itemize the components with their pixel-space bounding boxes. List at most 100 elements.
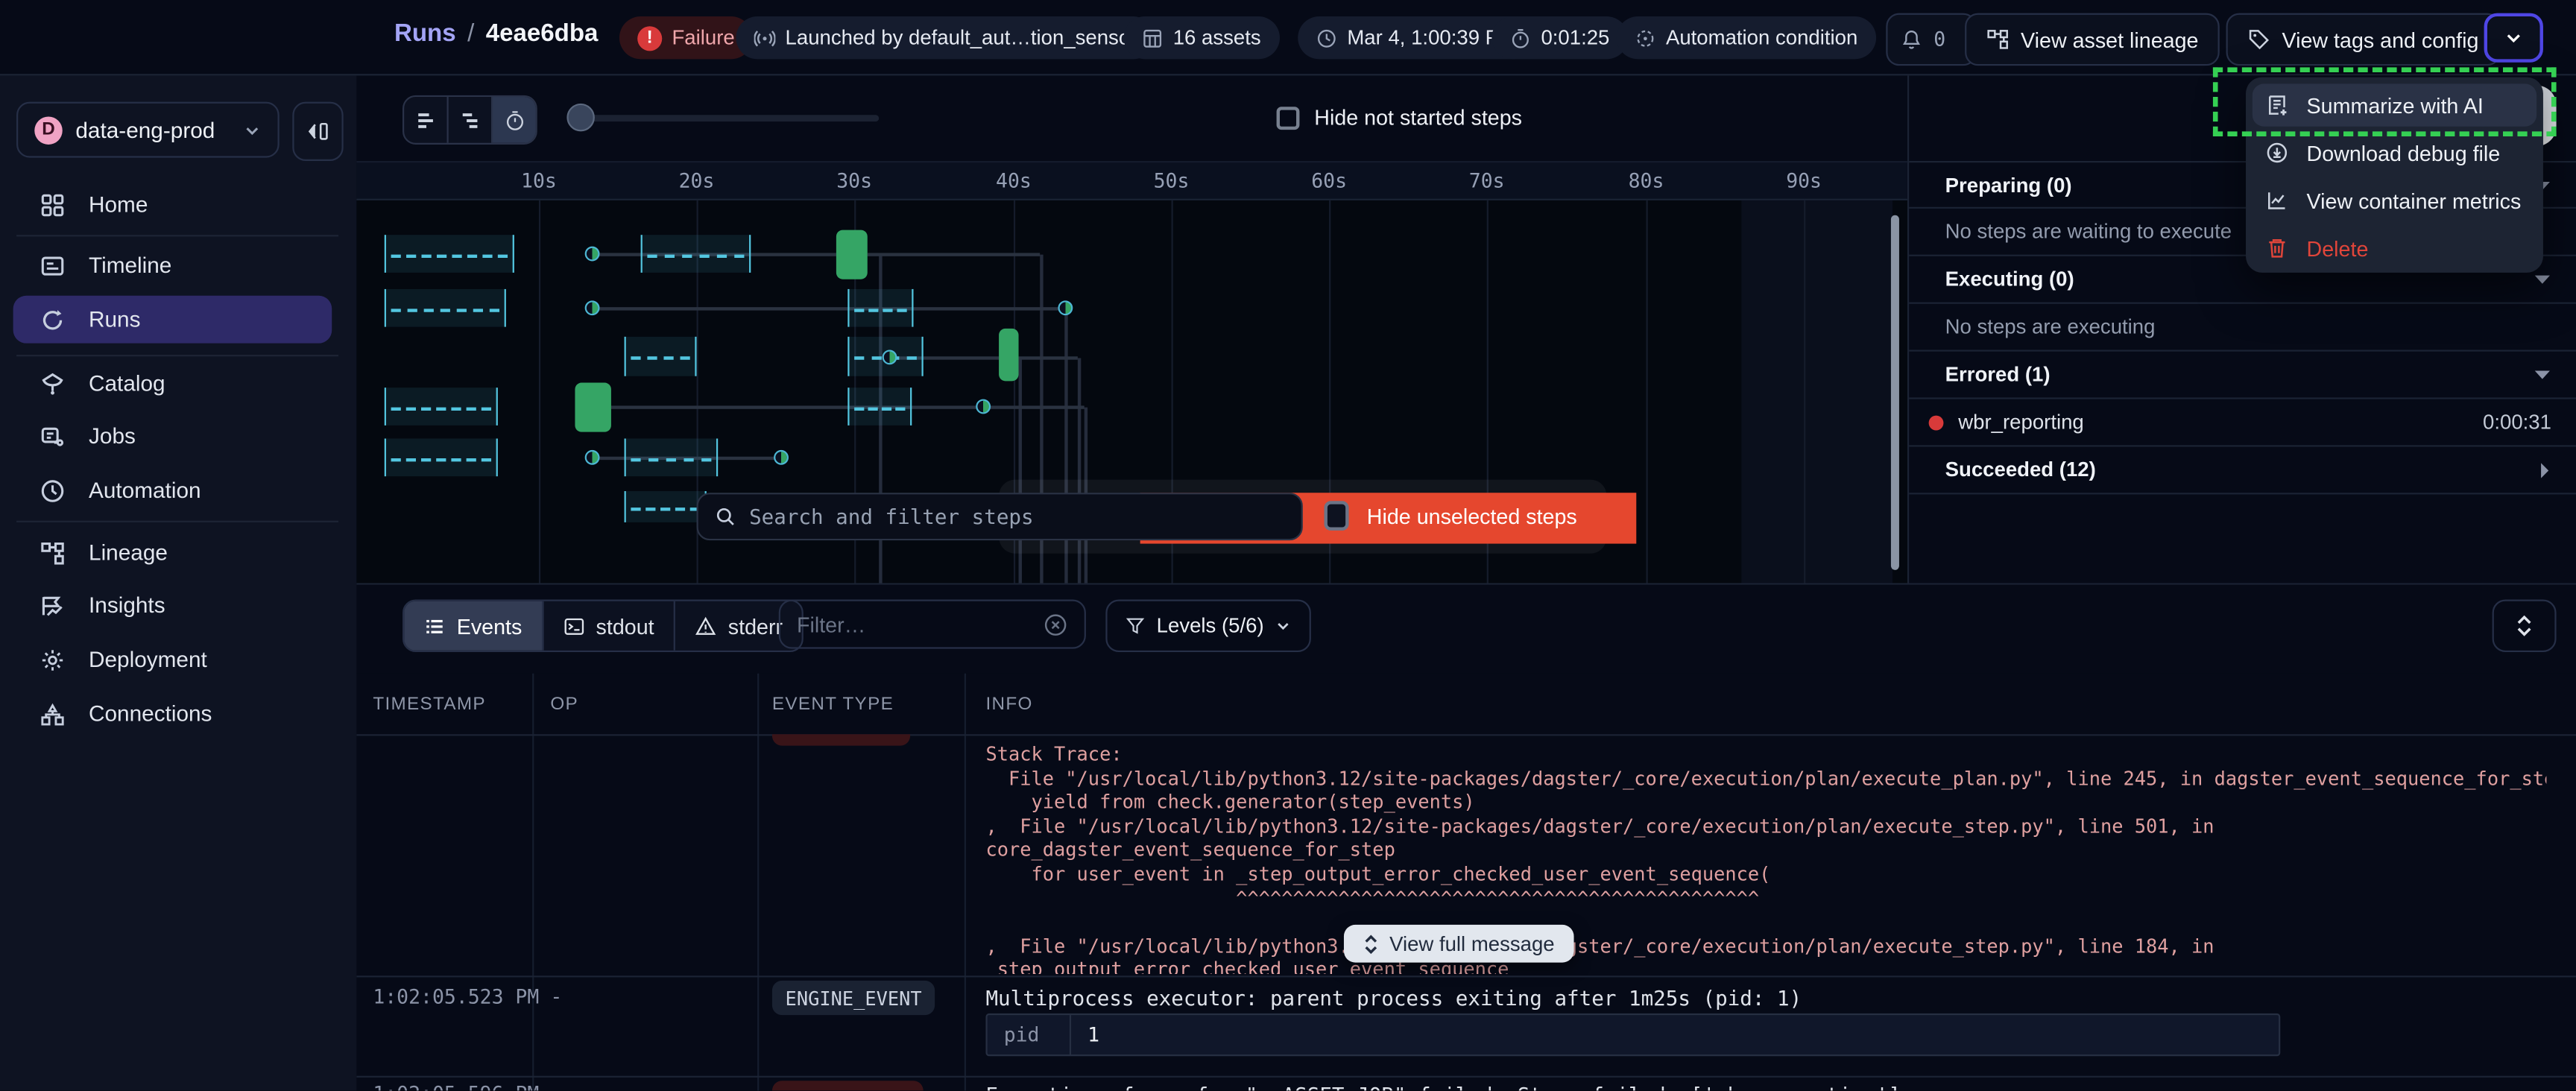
breadcrumb-runs-link[interactable]: Runs — [394, 19, 456, 47]
event-op: - — [550, 1083, 562, 1091]
gantt-step-bar-pending[interactable] — [625, 438, 719, 476]
meta-key-pid: pid — [988, 1015, 1071, 1054]
gantt-step-bar-pending[interactable] — [385, 438, 498, 476]
gantt-step-bar-pending[interactable] — [385, 388, 498, 426]
assets-pill[interactable]: 16 assets — [1124, 16, 1279, 59]
menu-item-download-debug[interactable]: Download debug file — [2253, 131, 2536, 174]
zoom-slider-track[interactable] — [578, 115, 879, 121]
gantt-step-bar-pending[interactable] — [641, 235, 751, 273]
sidebar-item-connections[interactable]: Connections — [13, 690, 332, 738]
runs-icon — [40, 306, 67, 332]
log-toolbar: Events stdout stderr Filter… Levels (5/6… — [356, 585, 2576, 674]
datetime-label: Mar 4, 1:00:39 PM — [1347, 26, 1516, 49]
gantt-connector-line — [868, 253, 1040, 256]
succeeded-section-header[interactable]: Succeeded (12) — [1909, 447, 2576, 495]
view-tags-config-button[interactable]: View tags and config — [2226, 13, 2500, 66]
catalog-icon — [40, 370, 67, 396]
menu-item-label: View container metrics — [2307, 188, 2522, 212]
automation-pill[interactable]: Automation condition — [1617, 16, 1876, 59]
stopwatch-icon — [1510, 27, 1532, 48]
timed-view-button[interactable] — [491, 97, 536, 143]
menu-item-label: Delete — [2307, 235, 2369, 260]
gantt-node-dot — [1057, 300, 1072, 314]
deployment-selector[interactable]: D data-eng-prod — [16, 102, 280, 158]
chevron-down-icon — [243, 121, 261, 139]
zoom-slider-thumb[interactable] — [566, 104, 594, 131]
flat-view-button[interactable] — [404, 97, 446, 143]
tab-stdout[interactable]: stdout — [542, 601, 674, 651]
sidebar-item-deployment[interactable]: Deployment — [13, 636, 332, 683]
sidebar-item-label: Catalog — [89, 371, 165, 396]
gantt-step-bar-running[interactable] — [575, 383, 610, 432]
divider — [356, 734, 2576, 736]
gantt-step-bar-running[interactable] — [836, 230, 868, 279]
assets-grid-icon — [1142, 27, 1164, 48]
sidebar-item-runs[interactable]: Runs — [13, 296, 332, 344]
gantt-step-bar-pending[interactable] — [847, 289, 913, 327]
view-asset-lineage-label: View asset lineage — [2021, 27, 2198, 51]
event-timestamp[interactable]: 1:02:05.596 PM — [373, 1083, 539, 1091]
log-filter-input[interactable]: Filter… — [779, 599, 1086, 648]
hide-not-started-control[interactable]: Hide not started steps — [1277, 105, 1522, 130]
breadcrumb-separator: / — [467, 19, 474, 47]
gridline — [1647, 200, 1648, 584]
gantt-step-bar-pending[interactable] — [625, 337, 697, 376]
gantt-step-bar-pending[interactable] — [625, 491, 707, 522]
expand-message-icon — [1363, 934, 1378, 953]
sidebar-item-label: Jobs — [89, 424, 136, 449]
axis-tick: 30s — [836, 169, 872, 192]
gantt-connector-line — [591, 307, 1064, 310]
collapse-sidebar-button[interactable] — [292, 102, 343, 161]
view-asset-lineage-button[interactable]: View asset lineage — [1965, 13, 2220, 66]
step-search-input[interactable]: Search and filter steps — [697, 493, 1303, 540]
automation-pill-label: Automation condition — [1666, 26, 1857, 49]
launched-by-pill[interactable]: Launched by default_aut…tion_sensor — [736, 16, 1155, 59]
errored-step-row[interactable]: wbr_reporting 0:00:31 — [1909, 399, 2576, 447]
hide-unselected-label: Hide unselected steps — [1367, 504, 1577, 528]
breadcrumb-run-id: 4eae6dba — [486, 19, 599, 47]
hide-unselected-checkbox[interactable] — [1325, 501, 1349, 531]
divider — [16, 521, 338, 522]
expand-log-panel-button[interactable] — [2493, 599, 2557, 652]
sidebar-item-label: Deployment — [89, 647, 207, 671]
sidebar-item-insights[interactable]: Insights — [13, 581, 332, 629]
sidebar-item-timeline[interactable]: Timeline — [13, 241, 332, 289]
view-full-message-button[interactable]: View full message — [1344, 925, 1574, 963]
sidebar-item-automation[interactable]: Automation — [13, 467, 332, 514]
menu-item-container-metrics[interactable]: View container metrics — [2253, 179, 2536, 221]
gantt-node-dot — [584, 300, 599, 314]
expand-collapse-icon — [2515, 614, 2533, 637]
tab-stdout-label: stdout — [596, 613, 654, 638]
gantt-step-bar-pending[interactable] — [385, 235, 514, 273]
gantt-step-bar-pending[interactable] — [847, 388, 912, 426]
sidebar-item-label: Insights — [89, 593, 165, 618]
event-timestamp[interactable]: 1:02:05.523 PM — [373, 985, 539, 1008]
tab-events[interactable]: Events — [404, 601, 542, 651]
timeline-icon — [40, 252, 67, 278]
gantt-node-dot — [584, 449, 599, 464]
sidebar-item-home[interactable]: Home — [13, 180, 332, 228]
sidebar-item-label: Home — [89, 192, 148, 217]
gantt-scrollbar[interactable] — [1891, 215, 1899, 570]
notifications-button[interactable]: 0 — [1886, 13, 1976, 66]
gantt-step-bar-pending[interactable] — [385, 289, 506, 327]
hide-unselected-control[interactable]: Hide unselected steps — [1325, 501, 1577, 531]
run-failure-badge: RUN_FAILURE — [772, 1081, 924, 1090]
levels-filter-button[interactable]: Levels (5/6) — [1105, 599, 1311, 652]
col-event-type: EVENT TYPE — [772, 695, 894, 714]
gantt-step-bar-running[interactable] — [999, 329, 1018, 382]
waterfall-view-button[interactable] — [447, 97, 492, 143]
hide-not-started-checkbox[interactable] — [1277, 106, 1300, 129]
sidebar-item-jobs[interactable]: Jobs — [13, 412, 332, 460]
home-icon — [40, 192, 67, 218]
menu-item-delete[interactable]: Delete — [2253, 227, 2536, 269]
errored-section-header[interactable]: Errored (1) — [1909, 352, 2576, 399]
clear-filter-icon[interactable] — [1044, 612, 1068, 636]
sidebar-item-lineage[interactable]: Lineage — [13, 529, 332, 577]
chevron-down-icon — [2504, 28, 2523, 47]
step-failure-badge-clipped — [772, 734, 910, 745]
run-actions-menu-button[interactable] — [2484, 13, 2543, 63]
col-timestamp: TIMESTAMP — [373, 695, 486, 714]
sidebar-item-catalog[interactable]: Catalog — [13, 360, 332, 408]
errored-status-dot — [1929, 415, 1944, 430]
